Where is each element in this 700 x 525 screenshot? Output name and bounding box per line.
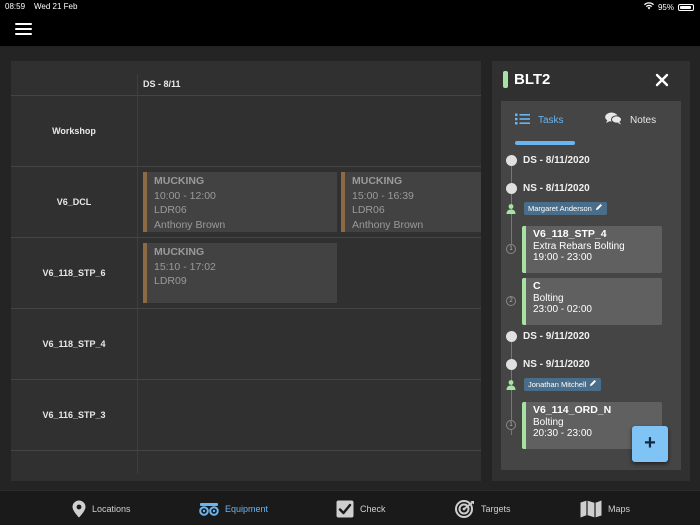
task-card-time: 19:00 - 23:00 xyxy=(533,252,592,263)
task-card[interactable]: V6_118_STP_4 Extra Rebars Bolting 19:00 … xyxy=(522,226,662,273)
app-header xyxy=(0,14,700,46)
checkbox-icon xyxy=(336,500,354,518)
bottom-navigation: Locations Equipment Check Targets Maps xyxy=(0,490,700,525)
schedule-grid: DS - 8/11 Workshop V6_DCL V6_118_STP_6 V… xyxy=(11,61,481,481)
grid-column-divider xyxy=(137,75,138,473)
status-date: Wed 21 Feb xyxy=(34,2,78,11)
close-icon[interactable] xyxy=(655,73,669,87)
task-type: MUCKING xyxy=(352,175,403,187)
row-label-v6-116-stp-3: V6_116_STP_3 xyxy=(42,410,106,420)
grid-divider xyxy=(11,166,481,167)
grid-divider xyxy=(11,379,481,380)
task-loader: LDR09 xyxy=(154,275,187,287)
task-loader: LDR06 xyxy=(352,204,385,216)
person-name: Jonathan Mitchell xyxy=(528,380,587,389)
row-label-v6-118-stp-6: V6_118_STP_6 xyxy=(42,268,106,278)
nav-equipment[interactable]: Equipment xyxy=(199,499,268,519)
task-card-task: Bolting xyxy=(533,292,564,304)
task-card-time: 23:00 - 02:00 xyxy=(533,304,592,315)
nav-locations-label: Locations xyxy=(92,504,131,514)
nav-targets[interactable]: Targets xyxy=(455,499,511,519)
shift-dot xyxy=(506,359,517,370)
task-block[interactable]: MUCKING 15:10 - 17:02 LDR09 xyxy=(143,243,337,303)
task-card-title: C xyxy=(533,280,541,292)
row-label-v6-dcl: V6_DCL xyxy=(56,197,92,207)
row-label-v6-118-stp-4: V6_118_STP_4 xyxy=(42,339,106,349)
nav-maps-label: Maps xyxy=(608,504,631,514)
grid-divider xyxy=(11,450,481,451)
status-indicators: 95% xyxy=(643,2,694,12)
pencil-icon xyxy=(589,378,597,391)
wifi-icon xyxy=(643,2,654,12)
task-type: MUCKING xyxy=(154,246,205,258)
equipment-icon xyxy=(199,502,219,516)
shift-label: DS - 9/11/2020 xyxy=(523,331,590,342)
comments-icon xyxy=(605,112,622,128)
person-name: Margaret Anderson xyxy=(528,204,592,213)
battery-icon xyxy=(678,3,694,11)
task-time: 15:10 - 17:02 xyxy=(154,260,216,273)
nav-locations[interactable]: Locations xyxy=(72,499,131,519)
shift-label: DS - 8/11/2020 xyxy=(523,155,590,166)
task-card-task: Extra Rebars Bolting xyxy=(533,240,625,252)
nav-equipment-label: Equipment xyxy=(225,504,269,514)
task-timeline: DS - 8/11/2020 NS - 8/11/2020 Margaret A… xyxy=(501,145,681,470)
task-operator: Anthony Brown xyxy=(154,218,226,231)
row-label-workshop: Workshop xyxy=(52,126,96,136)
map-icon xyxy=(580,500,602,518)
add-task-button[interactable]: + xyxy=(632,426,668,462)
task-card[interactable]: C Bolting 23:00 - 02:00 xyxy=(522,278,662,325)
task-time: 15:00 - 16:39 xyxy=(352,189,414,202)
nav-check-label: Check xyxy=(360,504,386,514)
shift-label: NS - 8/11/2020 xyxy=(523,183,590,194)
list-icon xyxy=(515,113,530,128)
task-card-title: V6_114_ORD_N xyxy=(533,404,612,416)
shift-label: NS - 9/11/2020 xyxy=(523,359,590,370)
nav-targets-label: Targets xyxy=(481,504,511,514)
grid-divider xyxy=(11,237,481,238)
task-order-number: 1 xyxy=(506,420,516,430)
task-type: MUCKING xyxy=(154,175,205,187)
task-order-number: 1 xyxy=(506,244,516,254)
grid-divider xyxy=(11,308,481,309)
battery-percent: 95% xyxy=(657,2,674,12)
task-block[interactable]: MUCKING 10:00 - 12:00 LDR06 Anthony Brow… xyxy=(143,172,337,232)
task-block[interactable]: MUCKING 15:00 - 16:39 LDR06 Anthony Brow… xyxy=(341,172,481,232)
shift-dot xyxy=(506,183,517,194)
assigned-person-tag[interactable]: Margaret Anderson xyxy=(524,202,607,215)
nav-check[interactable]: Check xyxy=(336,499,386,519)
target-icon xyxy=(455,500,475,518)
shift-dot xyxy=(506,331,517,342)
grid-divider xyxy=(11,95,481,96)
tab-tasks-label: Tasks xyxy=(538,114,564,126)
status-bar: 08:59 Wed 21 Feb 95% xyxy=(0,0,700,14)
status-time: 08:59 xyxy=(5,2,26,11)
equipment-detail-panel: BLT2 Tasks Notes DS - 8/11/2020 NS - 8/1… xyxy=(492,61,690,481)
grid-date-header: DS - 8/11 xyxy=(143,79,181,89)
assigned-person-tag[interactable]: Jonathan Mitchell xyxy=(524,378,602,391)
task-time: 10:00 - 12:00 xyxy=(154,189,216,202)
pencil-icon xyxy=(595,202,603,215)
hamburger-menu-icon[interactable] xyxy=(15,23,32,36)
task-order-number: 2 xyxy=(506,296,516,306)
location-pin-icon xyxy=(72,500,86,518)
person-icon xyxy=(505,202,517,214)
task-loader: LDR06 xyxy=(154,204,187,216)
tab-notes-label: Notes xyxy=(630,114,657,126)
shift-dot xyxy=(506,155,517,166)
person-icon xyxy=(505,378,517,390)
panel-accent-bar xyxy=(503,71,508,88)
tab-tasks[interactable]: Tasks xyxy=(515,111,564,129)
tab-notes[interactable]: Notes xyxy=(605,111,656,129)
task-operator: Anthony Brown xyxy=(352,218,424,231)
panel-title: BLT2 xyxy=(514,71,551,88)
task-card-title: V6_118_STP_4 xyxy=(533,228,607,240)
nav-maps[interactable]: Maps xyxy=(580,499,630,519)
